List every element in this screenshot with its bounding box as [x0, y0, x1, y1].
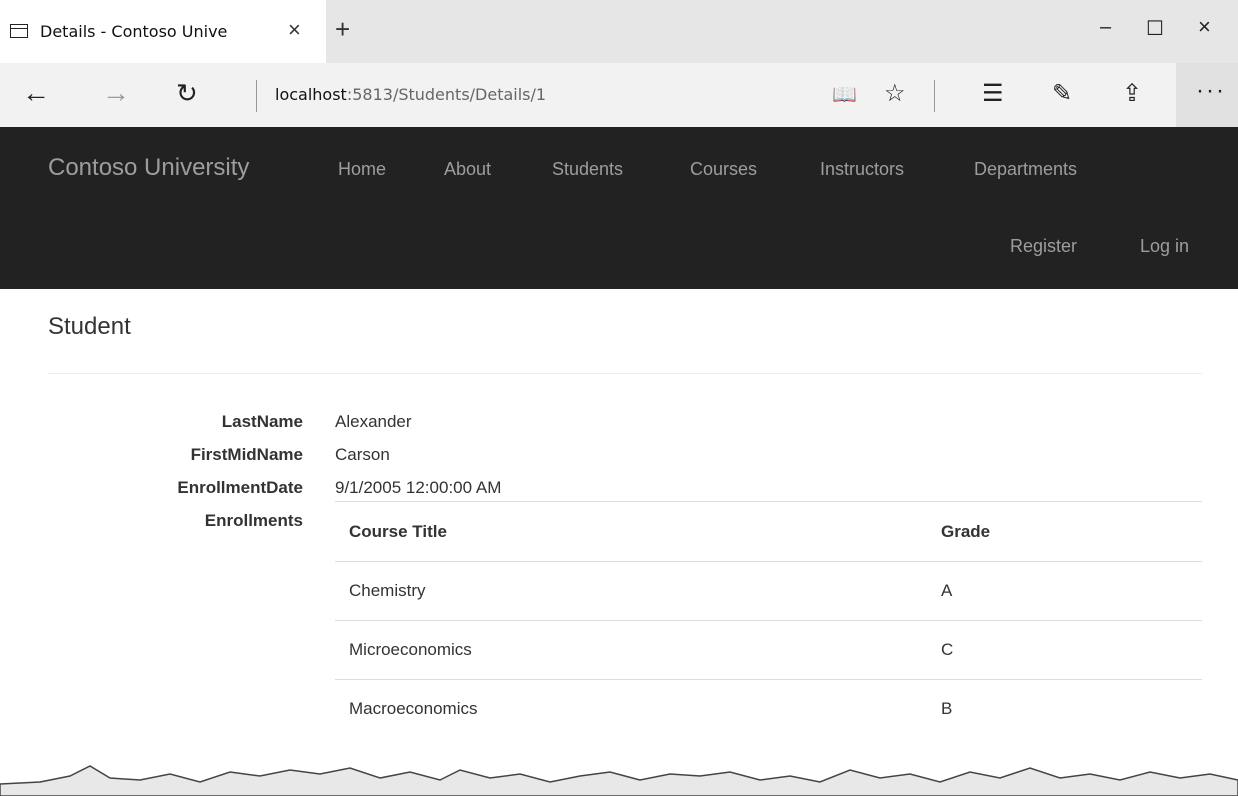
label-lastname: LastName	[221, 412, 303, 431]
nav-about[interactable]: About	[444, 159, 491, 180]
course-title-cell: Microeconomics	[335, 620, 927, 680]
toolbar-divider	[934, 80, 935, 112]
more-icon: ···	[1196, 77, 1226, 104]
site-navbar: Contoso University Home About Students C…	[0, 127, 1238, 289]
reading-view-icon[interactable]: 📖	[832, 82, 857, 107]
tab-close-icon[interactable]: ×	[288, 17, 301, 43]
address-divider	[256, 80, 257, 112]
tab-title: Details - Contoso Unive	[40, 22, 228, 41]
column-header-grade: Grade	[927, 501, 1202, 562]
label-enrollmentdate: EnrollmentDate	[177, 478, 303, 497]
more-button[interactable]: ···	[1176, 63, 1238, 127]
back-button[interactable]: ←	[22, 77, 50, 109]
divider	[48, 373, 1202, 374]
maximize-button[interactable]: ☐	[1146, 16, 1164, 41]
course-title-cell: Macroeconomics	[335, 679, 927, 738]
value-enrollmentdate: 9/1/2005 12:00:00 AM	[335, 478, 502, 497]
browser-titlebar: Details - Contoso Unive × + – ☐ ×	[0, 0, 1238, 63]
nav-home[interactable]: Home	[338, 159, 386, 180]
grade-cell: B	[927, 679, 1202, 738]
new-tab-button[interactable]: +	[335, 14, 350, 45]
browser-tab[interactable]: Details - Contoso Unive ×	[0, 0, 326, 63]
grade-cell: C	[927, 620, 1202, 680]
address-bar: ← → ↻ localhost:5813/Students/Details/1 …	[0, 63, 1238, 128]
grade-cell: A	[927, 561, 1202, 621]
table-header-row: Course Title Grade	[335, 501, 1202, 562]
url-field[interactable]: localhost:5813/Students/Details/1	[275, 85, 546, 104]
nav-courses[interactable]: Courses	[690, 159, 757, 180]
minimize-button[interactable]: –	[1100, 16, 1111, 39]
value-lastname: Alexander	[335, 412, 412, 431]
web-note-icon[interactable]: ✎	[1052, 79, 1072, 108]
page-icon	[10, 24, 28, 38]
hub-icon[interactable]: ☰	[982, 79, 1004, 108]
login-link[interactable]: Log in	[1140, 236, 1189, 257]
course-title-cell: Chemistry	[335, 561, 927, 621]
brand-link[interactable]: Contoso University	[48, 154, 249, 182]
page-title: Student	[48, 313, 131, 340]
close-window-button[interactable]: ×	[1198, 14, 1211, 40]
value-firstmidname: Carson	[335, 445, 390, 464]
table-row: Microeconomics C	[335, 620, 1202, 680]
label-enrollments: Enrollments	[204, 511, 303, 530]
favorite-star-icon[interactable]: ☆	[884, 79, 906, 108]
nav-departments[interactable]: Departments	[974, 159, 1077, 180]
label-firstmidname: FirstMidName	[190, 445, 303, 464]
url-path: :5813/Students/Details/1	[346, 85, 547, 104]
table-row: Chemistry A	[335, 561, 1202, 621]
share-icon[interactable]: ⇪	[1122, 79, 1142, 108]
refresh-button[interactable]: ↻	[176, 78, 198, 109]
nav-students[interactable]: Students	[552, 159, 623, 180]
forward-button[interactable]: →	[102, 77, 130, 109]
url-host: localhost	[275, 85, 347, 104]
enrollments-table: Course Title Grade Chemistry A Microecon…	[335, 501, 1202, 738]
torn-edge-decoration	[0, 765, 1238, 796]
nav-instructors[interactable]: Instructors	[820, 159, 904, 180]
table-row: Macroeconomics B	[335, 679, 1202, 738]
column-header-course-title: Course Title	[335, 501, 927, 562]
register-link[interactable]: Register	[1010, 236, 1077, 257]
